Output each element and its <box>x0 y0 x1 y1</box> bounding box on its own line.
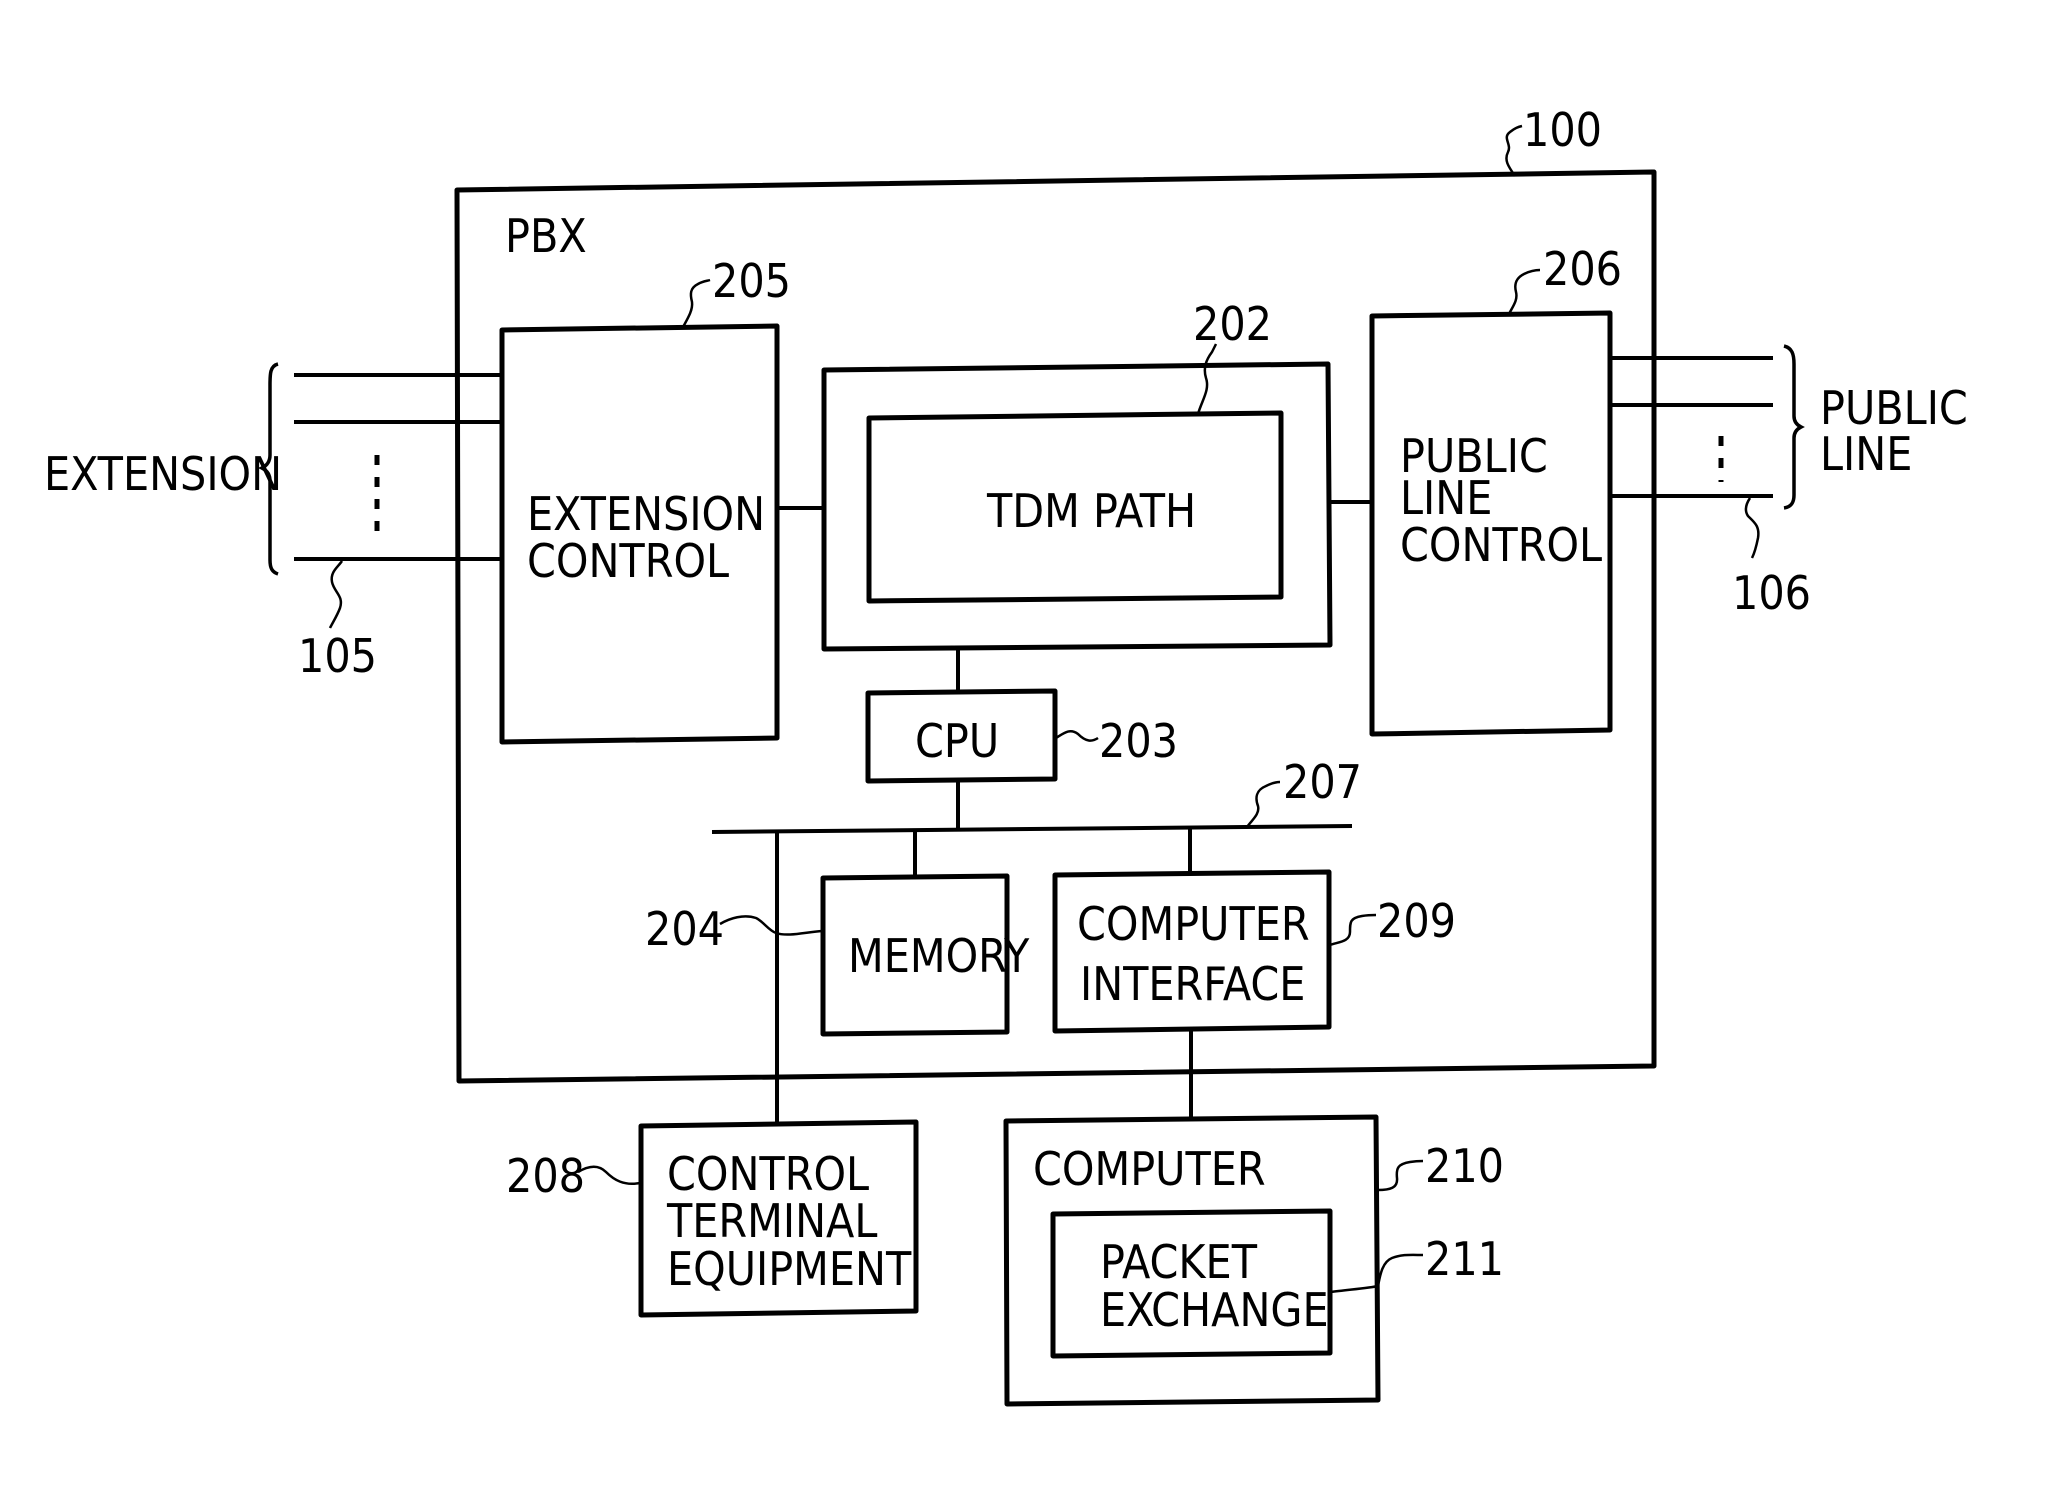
ref-100-leader <box>1505 124 1523 177</box>
memory-label: MEMORY <box>848 929 1030 983</box>
ref-209-leader <box>1329 913 1377 947</box>
ref-106-leader <box>1744 497 1760 559</box>
ref-206: 206 <box>1543 242 1622 296</box>
tdm-path-label: TDM PATH <box>986 484 1196 538</box>
ref-204-leader <box>719 915 823 936</box>
ref-207-leader <box>1245 780 1281 828</box>
public-lines <box>1610 356 1773 498</box>
ref-207: 207 <box>1283 755 1362 809</box>
pbx-label: PBX <box>505 209 587 263</box>
ref-105-leader <box>328 560 344 629</box>
ref-106: 106 <box>1732 566 1811 620</box>
pbx-block-diagram: PBX 100 EXTENSION 105 EXTENSION CONTROL … <box>44 103 1981 1407</box>
cpu-label: CPU <box>915 714 999 768</box>
ref-203: 203 <box>1099 714 1178 768</box>
ref-206-leader <box>1507 268 1541 315</box>
system-bus <box>711 824 1353 834</box>
public-line-label: PUBLIC LINE <box>1820 381 1981 481</box>
control-terminal-equipment-label: CONTROL TERMINAL EQUIPMENT <box>666 1147 912 1296</box>
ref-210: 210 <box>1425 1139 1504 1193</box>
extension-control-label: EXTENSION CONTROL <box>527 487 778 588</box>
ref-203-leader <box>1055 730 1099 742</box>
ref-209: 209 <box>1377 894 1456 948</box>
ref-208-leader <box>577 1165 641 1185</box>
ref-210-leader <box>1377 1159 1424 1192</box>
computer-interface-label: COMPUTER INTERFACE <box>1077 897 1323 1011</box>
ref-204: 204 <box>645 902 724 956</box>
computer-label: COMPUTER <box>1033 1142 1266 1196</box>
public-line-control-label: PUBLIC LINE CONTROL <box>1400 429 1602 572</box>
ref-211: 211 <box>1425 1232 1504 1286</box>
extension-label: EXTENSION <box>44 447 282 501</box>
ref-208: 208 <box>506 1149 585 1203</box>
packet-exchange-label: PACKET EXCHANGE <box>1100 1235 1329 1337</box>
ref-100: 100 <box>1523 103 1602 157</box>
ref-202-leader <box>1196 343 1218 415</box>
ref-205-leader <box>681 278 711 328</box>
ref-202: 202 <box>1193 297 1272 351</box>
ref-105: 105 <box>298 629 377 683</box>
extension-lines <box>294 373 502 561</box>
ref-205: 205 <box>712 254 791 308</box>
public-line-brace-icon <box>1783 344 1805 510</box>
